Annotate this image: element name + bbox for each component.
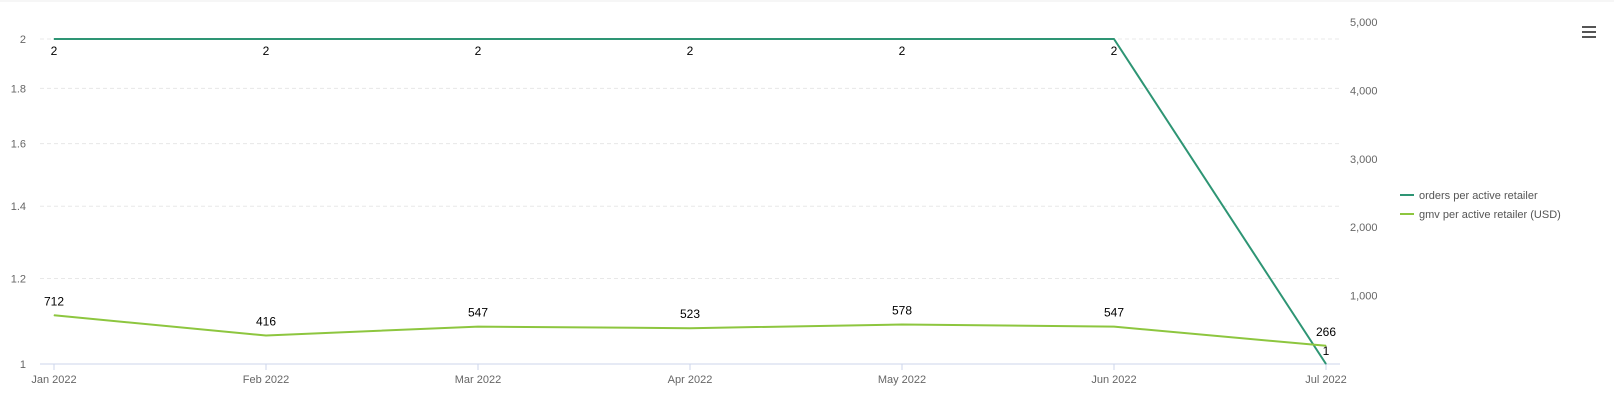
- data-label: 266: [1316, 325, 1336, 339]
- x-tick-label: Feb 2022: [243, 374, 289, 386]
- data-point: [689, 38, 691, 40]
- y-left-tick-label: 1.4: [11, 201, 26, 213]
- data-label: 2: [263, 44, 270, 58]
- y-right-tick-label: 3,000: [1350, 154, 1378, 166]
- data-point: [265, 38, 267, 40]
- hamburger-menu-icon[interactable]: [1582, 26, 1596, 38]
- y-left-tick-label: 2: [20, 34, 26, 46]
- data-label: 712: [44, 294, 64, 308]
- data-point: [689, 327, 691, 329]
- y-right-tick-label: 2,000: [1350, 222, 1378, 234]
- x-tick-label: May 2022: [878, 374, 926, 386]
- data-point: [901, 323, 903, 325]
- x-tick-label: Jul 2022: [1305, 374, 1347, 386]
- y-left-tick-label: 1.2: [11, 274, 26, 286]
- y-right-tick-label: 4,000: [1350, 85, 1378, 97]
- data-label: 2: [51, 44, 58, 58]
- data-point: [1325, 363, 1327, 365]
- x-tick-label: Apr 2022: [668, 374, 713, 386]
- data-point: [265, 335, 267, 337]
- data-label: 2: [475, 44, 482, 58]
- x-tick-label: Mar 2022: [455, 374, 501, 386]
- y-right-tick-label: 1,000: [1350, 291, 1378, 303]
- y-left-tick-label: 1.8: [11, 83, 26, 95]
- data-point: [477, 38, 479, 40]
- data-point: [53, 314, 55, 316]
- data-point: [1113, 326, 1115, 328]
- data-point: [1113, 38, 1115, 40]
- data-point: [1325, 345, 1327, 347]
- x-tick-label: Jun 2022: [1091, 374, 1136, 386]
- data-label: 2: [1111, 44, 1118, 58]
- y-right-tick-label: 5,000: [1350, 17, 1378, 29]
- data-label: 547: [1104, 306, 1124, 320]
- data-label: 547: [468, 306, 488, 320]
- data-point: [53, 38, 55, 40]
- data-label: 2: [899, 44, 906, 58]
- data-label: 578: [892, 303, 912, 317]
- data-point: [477, 326, 479, 328]
- legend-label: gmv per active retailer (USD): [1419, 209, 1561, 221]
- data-point: [901, 38, 903, 40]
- data-label: 416: [256, 315, 276, 329]
- line-chart: 1 1.2 1.4 1.6 1.8 2 1,000 2,000 3,000 4,000 5,000 J…: [0, 0, 1614, 386]
- legend-label: orders per active retailer: [1419, 190, 1538, 202]
- y-left-tick-label: 1.6: [11, 139, 26, 151]
- data-label: 2: [687, 44, 694, 58]
- chart-container: 1 1.2 1.4 1.6 1.8 2 1,000 2,000 3,000 4,000 5,000 J…: [0, 0, 1614, 412]
- data-label: 523: [680, 307, 700, 321]
- y-left-tick-label: 1: [20, 359, 26, 371]
- x-tick-label: Jan 2022: [31, 374, 76, 386]
